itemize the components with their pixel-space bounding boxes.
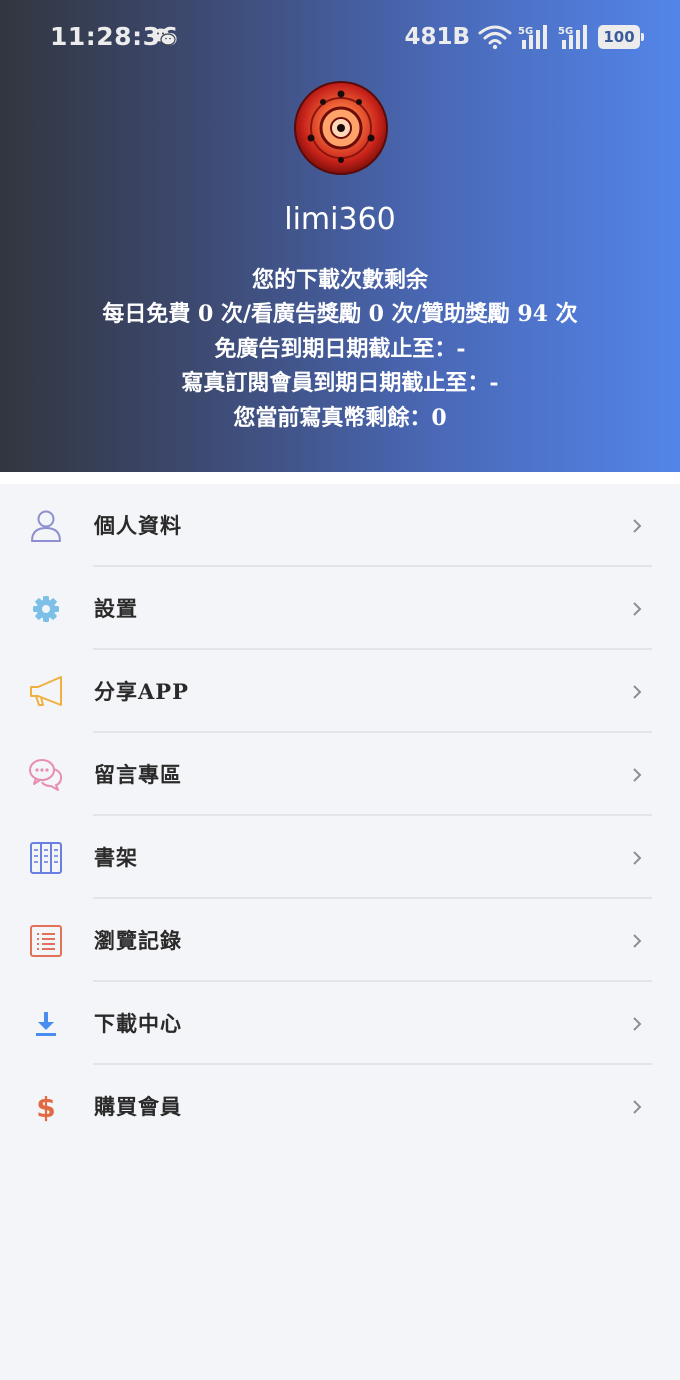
settings-menu: 個人資料 設置 分享APP 留言專區 書架 瀏覽記錄 下載中心 $ 購買會員 bbox=[0, 484, 680, 1148]
menu-item-label: 瀏覽記錄 bbox=[94, 928, 182, 953]
dollar-icon: $ bbox=[36, 1091, 55, 1124]
chat-bubbles-icon bbox=[29, 759, 63, 791]
menu-item-settings[interactable]: 設置 bbox=[0, 567, 680, 650]
megaphone-icon bbox=[30, 676, 62, 706]
battery-level: 100 bbox=[603, 28, 635, 46]
signal-5g-icon-2: 5G bbox=[558, 25, 587, 49]
svg-text:$: $ bbox=[36, 1091, 55, 1124]
chevron-right-icon bbox=[633, 934, 642, 948]
chevron-right-icon bbox=[633, 851, 642, 865]
menu-item-label: 設置 bbox=[94, 596, 138, 621]
chevron-right-icon bbox=[633, 1100, 642, 1114]
chevron-right-icon bbox=[633, 1017, 642, 1031]
menu-item-bookshelf[interactable]: 書架 bbox=[0, 816, 680, 899]
menu-item-label: 書架 bbox=[94, 845, 138, 870]
signal-5g-icon: 5G bbox=[518, 25, 547, 49]
battery-icon: 100 bbox=[598, 25, 644, 49]
menu-item-share-app[interactable]: 分享APP bbox=[0, 650, 680, 733]
download-count-title: 您的下載次數剩余 bbox=[251, 267, 428, 293]
photo-coin-balance: 您當前寫真幣剩餘：0 bbox=[233, 405, 447, 431]
user-icon bbox=[31, 510, 61, 542]
username: limi360 bbox=[284, 202, 396, 237]
history-list-icon bbox=[30, 925, 62, 957]
menu-item-label: 分享APP bbox=[94, 679, 189, 704]
download-count-detail: 每日免費 0 次/看廣告獎勵 0 次/贊助獎勵 94 次 bbox=[102, 301, 578, 327]
bookshelf-icon bbox=[30, 842, 62, 874]
header-divider bbox=[0, 472, 680, 484]
menu-item-label: 購買會員 bbox=[94, 1094, 182, 1119]
network-speed: 481B bbox=[404, 24, 470, 50]
menu-item-history[interactable]: 瀏覽記錄 bbox=[0, 899, 680, 982]
menu-item-message-board[interactable]: 留言專區 bbox=[0, 733, 680, 816]
wifi-icon bbox=[478, 25, 512, 50]
chevron-right-icon bbox=[633, 519, 642, 533]
gear-icon bbox=[33, 596, 59, 622]
menu-item-download-center[interactable]: 下載中心 bbox=[0, 982, 680, 1065]
status-bar: 11:28:36 481B 5G 5G 100 bbox=[0, 0, 680, 76]
chevron-right-icon bbox=[633, 685, 642, 699]
menu-item-label: 個人資料 bbox=[94, 513, 182, 538]
ad-free-expiry: 免廣告到期日期截止至：- bbox=[214, 336, 466, 362]
menu-item-label: 下載中心 bbox=[94, 1011, 182, 1036]
menu-item-buy-membership[interactable]: $ 購買會員 bbox=[0, 1065, 680, 1148]
profile-header: 11:28:36 481B 5G 5G 100 limi360 您的下載次數剩余… bbox=[0, 0, 680, 472]
chevron-right-icon bbox=[633, 602, 642, 616]
menu-item-profile[interactable]: 個人資料 bbox=[0, 484, 680, 567]
menu-item-label: 留言專區 bbox=[94, 762, 182, 787]
wechat-icon bbox=[153, 28, 176, 46]
avatar[interactable] bbox=[293, 80, 389, 176]
download-icon bbox=[36, 1012, 56, 1036]
photo-subscription-expiry: 寫真訂閱會員到期日期截止至：- bbox=[181, 370, 499, 396]
chevron-right-icon bbox=[633, 768, 642, 782]
